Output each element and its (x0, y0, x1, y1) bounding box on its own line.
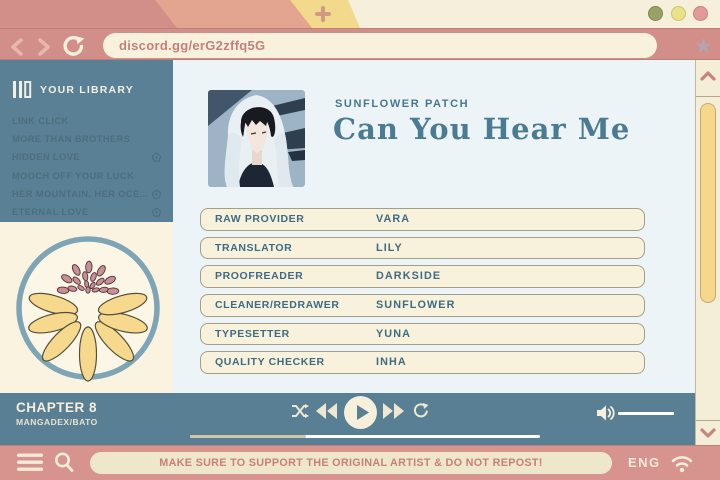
flower-badge-icon (151, 189, 162, 200)
flower-badge-icon (151, 152, 162, 163)
credit-role: PROOFREADER (215, 270, 303, 282)
scroll-up-button[interactable] (696, 60, 720, 97)
credit-row: QUALITY CHECKER INHA (200, 351, 645, 374)
sidebar-item-mooch-off-your-luck[interactable]: MOOCH OFF YOUR LUCK (12, 169, 162, 182)
window-dot-green[interactable] (648, 6, 663, 21)
window-dot-pink[interactable] (693, 6, 708, 21)
progress-bar[interactable] (190, 435, 540, 438)
progress-played (190, 435, 306, 438)
window-dot-yellow[interactable] (671, 6, 686, 21)
scrollbar (695, 60, 720, 445)
browser-window: discord.gg/erG2zffq5G ★ YOUR LIBRARY LIN… (0, 0, 720, 480)
support-notice: MAKE SURE TO SUPPORT THE ORIGINAL ARTIST… (90, 452, 612, 474)
refresh-icon[interactable] (60, 34, 85, 59)
active-tab[interactable] (155, 0, 315, 28)
sidebar-item-link-click[interactable]: LINK CLICK (12, 114, 162, 127)
credits-list: RAW PROVIDER VARA TRANSLATOR LILY PROOFR… (200, 208, 645, 380)
group-name: SUNFLOWER PATCH (335, 98, 469, 110)
play-button[interactable] (344, 396, 377, 429)
series-title: Can You Hear Me (333, 112, 630, 146)
main-content: SUNFLOWER PATCH Can You Hear Me RAW PROV… (173, 60, 695, 393)
flower-badge-icon (151, 207, 162, 218)
credit-role: CLEANER/REDRAWER (215, 299, 340, 311)
sidebar-library: YOUR LIBRARY LINK CLICK MORE THAN BROTHE… (0, 60, 173, 222)
sunflower-logo (8, 230, 168, 390)
library-list: LINK CLICK MORE THAN BROTHERS HIDDEN LOV… (12, 114, 162, 224)
sidebar-item-label: ETERNAL LOVE (12, 207, 88, 217)
credit-row: TRANSLATOR LILY (200, 237, 645, 260)
library-header-label: YOUR LIBRARY (40, 84, 134, 96)
credit-row: CLEANER/REDRAWER SUNFLOWER (200, 294, 645, 317)
shuffle-icon[interactable] (291, 404, 309, 418)
sidebar-item-label: HER MOUNTAIN, HER OCE... (12, 189, 149, 199)
volume-slider[interactable] (618, 412, 674, 415)
previous-icon[interactable] (316, 403, 338, 419)
credit-role: QUALITY CHECKER (215, 356, 325, 368)
language-label[interactable]: ENG (628, 455, 661, 470)
url-input[interactable]: discord.gg/erG2zffq5G (103, 33, 657, 58)
credit-name: LILY (376, 242, 403, 254)
sidebar-item-her-mountain-her-ocean[interactable]: HER MOUNTAIN, HER OCE... (12, 188, 162, 201)
library-header: YOUR LIBRARY (12, 80, 134, 99)
repeat-icon[interactable] (412, 403, 429, 419)
tab-strip-divider (0, 28, 720, 29)
sidebar-logo-panel (0, 222, 173, 393)
library-icon (12, 80, 32, 99)
volume-icon[interactable] (596, 404, 616, 422)
sidebar-item-label: HIDDEN LOVE (12, 152, 80, 162)
new-tab-plus-icon (315, 6, 331, 22)
credit-role: RAW PROVIDER (215, 213, 304, 225)
sidebar-item-label: LINK CLICK (12, 116, 69, 126)
credit-row: RAW PROVIDER VARA (200, 208, 645, 231)
credit-name: SUNFLOWER (376, 299, 455, 311)
sidebar-item-hidden-love[interactable]: HIDDEN LOVE (12, 151, 162, 164)
sidebar-item-label: MORE THAN BROTHERS (12, 134, 130, 144)
search-icon[interactable] (53, 451, 75, 473)
credit-row: PROOFREADER DARKSIDE (200, 265, 645, 288)
menu-icon[interactable] (16, 452, 44, 473)
scrollbar-thumb[interactable] (700, 103, 716, 303)
player-bar: CHAPTER 8 MANGADEX/BATO (0, 393, 695, 445)
series-cover-art (208, 90, 305, 187)
scroll-down-button[interactable] (696, 420, 720, 445)
sidebar-item-label: MOOCH OFF YOUR LUCK (12, 171, 134, 181)
wifi-icon (668, 450, 696, 474)
credit-name: DARKSIDE (376, 270, 441, 282)
sidebar-item-more-than-brothers[interactable]: MORE THAN BROTHERS (12, 132, 162, 145)
bottom-bar: MAKE SURE TO SUPPORT THE ORIGINAL ARTIST… (0, 445, 720, 480)
next-icon[interactable] (383, 403, 405, 419)
chapter-label: CHAPTER 8 (16, 400, 97, 415)
credit-name: YUNA (376, 328, 411, 340)
credit-role: TRANSLATOR (215, 242, 292, 254)
credit-name: VARA (376, 213, 410, 225)
forward-icon[interactable] (35, 37, 52, 57)
bookmark-star-icon[interactable]: ★ (694, 33, 713, 59)
volume-level (618, 412, 674, 415)
credit-row: TYPESETTER YUNA (200, 323, 645, 346)
credit-name: INHA (376, 356, 407, 368)
credit-role: TYPESETTER (215, 328, 290, 340)
source-label: MANGADEX/BATO (16, 417, 98, 427)
back-icon[interactable] (9, 37, 26, 57)
tab-strip-background (348, 0, 720, 28)
sidebar-item-eternal-love[interactable]: ETERNAL LOVE (12, 206, 162, 219)
